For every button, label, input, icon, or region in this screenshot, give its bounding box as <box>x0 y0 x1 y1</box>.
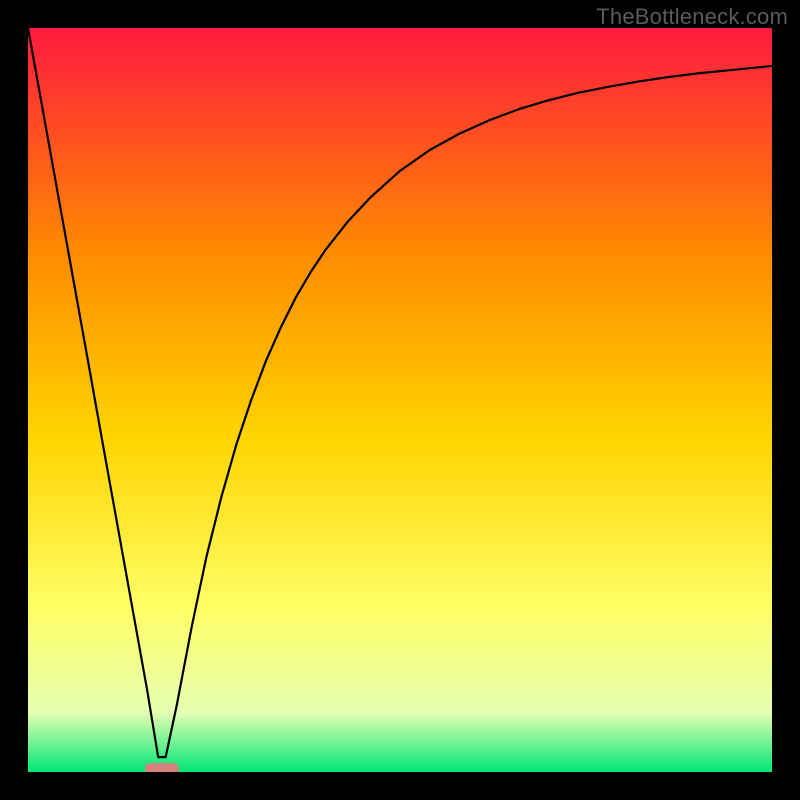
gradient-background <box>28 28 772 772</box>
curve-marker <box>145 763 179 772</box>
chart-outer-frame: TheBottleneck.com <box>0 0 800 800</box>
plot-area <box>28 28 772 772</box>
watermark-text: TheBottleneck.com <box>596 4 788 30</box>
chart-svg <box>28 28 772 772</box>
